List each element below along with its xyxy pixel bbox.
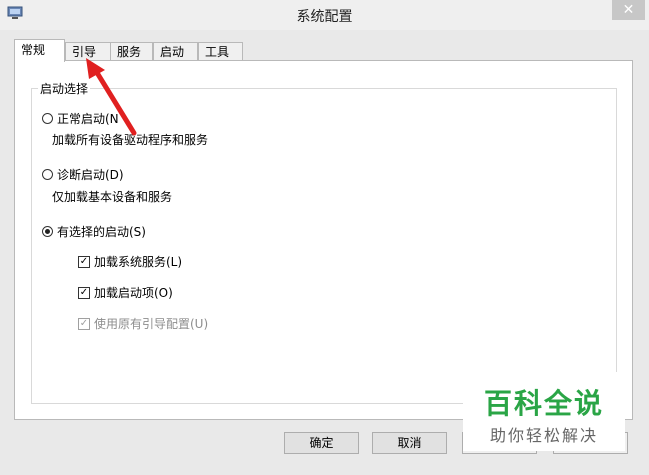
general-tab-panel: 启动选择 正常启动(N 加载所有设备驱动程序和服务 诊断启动(D) 仅加载基本设… xyxy=(14,60,633,420)
use-original-boot-config-checkbox: ✓ xyxy=(78,317,90,330)
tab-services[interactable]: 服务 xyxy=(110,42,153,61)
load-system-services-label: 加载系统服务(L) xyxy=(94,255,183,269)
selective-startup-label: 有选择的启动(S) xyxy=(57,225,146,239)
load-startup-items-option[interactable]: ✓ 加载启动项(O) xyxy=(78,284,173,301)
tab-general[interactable]: 常规 xyxy=(14,39,65,62)
load-system-services-option[interactable]: ✓ 加载系统服务(L) xyxy=(78,253,182,270)
startup-selection-group: 启动选择 正常启动(N 加载所有设备驱动程序和服务 诊断启动(D) 仅加载基本设… xyxy=(31,80,617,404)
diagnostic-startup-radio[interactable] xyxy=(42,169,53,180)
ok-button[interactable]: 确定 xyxy=(284,432,359,454)
load-startup-items-label: 加载启动项(O) xyxy=(94,286,173,300)
load-system-services-checkbox[interactable]: ✓ xyxy=(78,255,90,268)
close-button[interactable]: ✕ xyxy=(612,0,645,20)
selective-startup-option[interactable]: 有选择的启动(S) xyxy=(42,223,146,240)
use-original-boot-config-label: 使用原有引导配置(U) xyxy=(94,317,209,331)
window-title: 系统配置 xyxy=(296,9,353,25)
load-startup-items-checkbox[interactable]: ✓ xyxy=(78,286,90,299)
selective-startup-radio[interactable] xyxy=(42,226,53,237)
diagnostic-startup-option[interactable]: 诊断启动(D) xyxy=(42,166,124,183)
tab-boot[interactable]: 引导 xyxy=(65,42,111,61)
diagnostic-startup-desc: 仅加载基本设备和服务 xyxy=(52,190,173,204)
normal-startup-option[interactable]: 正常启动(N xyxy=(42,110,119,127)
title-bar: 系统配置 ✕ xyxy=(0,0,649,30)
diagnostic-startup-label: 诊断启动(D) xyxy=(57,168,124,182)
watermark-main-text: 百科全说 xyxy=(483,387,604,420)
group-legend: 启动选择 xyxy=(38,80,91,97)
watermark: 百科全说 助你轻松解决 xyxy=(463,372,625,451)
normal-startup-desc: 加载所有设备驱动程序和服务 xyxy=(52,133,209,147)
use-original-boot-config-option: ✓ 使用原有引导配置(U) xyxy=(78,315,208,332)
cancel-button[interactable]: 取消 xyxy=(372,432,447,454)
watermark-sub-text: 助你轻松解决 xyxy=(489,426,598,445)
tab-startup[interactable]: 启动 xyxy=(153,42,198,61)
tab-tools[interactable]: 工具 xyxy=(198,42,243,61)
normal-startup-radio[interactable] xyxy=(42,113,53,124)
normal-startup-label: 正常启动(N xyxy=(57,112,119,126)
close-icon: ✕ xyxy=(622,2,635,18)
